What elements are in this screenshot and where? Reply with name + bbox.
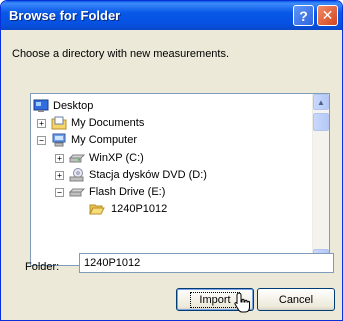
tree-item-1240p1012[interactable]: 1240P1012 [89, 201, 169, 217]
tree-item-label: My Computer [71, 134, 138, 146]
tree-scrollbar[interactable]: ▲ ▼ [312, 94, 329, 265]
scroll-up-button[interactable]: ▲ [313, 94, 329, 110]
tree-item-desktop[interactable]: Desktop [33, 98, 93, 114]
dvd-drive-icon [69, 168, 84, 182]
dialog-prompt: Choose a directory with new measurements… [12, 48, 230, 60]
help-button[interactable]: ? [293, 5, 314, 26]
expand-icon[interactable]: + [55, 153, 64, 163]
import-button-label: Import [190, 291, 240, 308]
question-mark-icon: ? [299, 7, 308, 24]
window-title: Browse for Folder [9, 8, 121, 23]
tree-item-label: Stacja dysków DVD (D:) [89, 169, 207, 181]
folder-input[interactable]: 1240P1012 [79, 253, 334, 273]
close-icon: ✕ [321, 7, 334, 23]
tree-item-label: WinXP (C:) [89, 152, 144, 164]
my-computer-icon [52, 133, 66, 147]
tree-item-flash-drive-e[interactable]: − Flash Drive (E:) [55, 184, 165, 200]
expand-icon[interactable]: + [55, 170, 64, 180]
tree-item-label: Desktop [53, 100, 94, 112]
desktop-icon [33, 99, 49, 112]
folder-label: Folder: [25, 261, 60, 273]
open-folder-icon [89, 204, 105, 215]
expand-icon[interactable]: + [37, 118, 46, 128]
title-bar[interactable]: Browse for Folder ? ✕ [1, 1, 342, 30]
chevron-up-icon: ▲ [317, 97, 325, 107]
flash-drive-icon [69, 188, 85, 197]
tree-item-my-documents[interactable]: + My Documents [37, 115, 144, 131]
collapse-icon[interactable]: − [37, 135, 46, 145]
tree-item-winxp-c[interactable]: + WinXP (C:) [55, 150, 144, 166]
folder-tree[interactable]: Desktop + My Documents − My Computer + W… [30, 93, 330, 266]
scroll-thumb[interactable] [313, 113, 329, 131]
cancel-button[interactable]: Cancel [257, 288, 335, 311]
mouse-cursor-icon [234, 292, 250, 313]
tree-item-label: My Documents [71, 117, 145, 129]
hard-drive-icon [69, 154, 85, 163]
tree-item-label: Flash Drive (E:) [89, 186, 166, 198]
tree-item-label: 1240P1012 [111, 203, 168, 215]
tree-item-dvd-d[interactable]: + Stacja dysków DVD (D:) [55, 167, 207, 183]
tree-item-my-computer[interactable]: − My Computer [37, 132, 137, 148]
my-documents-icon [51, 116, 67, 130]
collapse-icon[interactable]: − [55, 187, 64, 197]
cancel-button-label: Cancel [278, 293, 314, 306]
browse-for-folder-dialog: Browse for Folder ? ✕ Choose a directory… [0, 0, 343, 321]
close-button[interactable]: ✕ [317, 5, 338, 26]
